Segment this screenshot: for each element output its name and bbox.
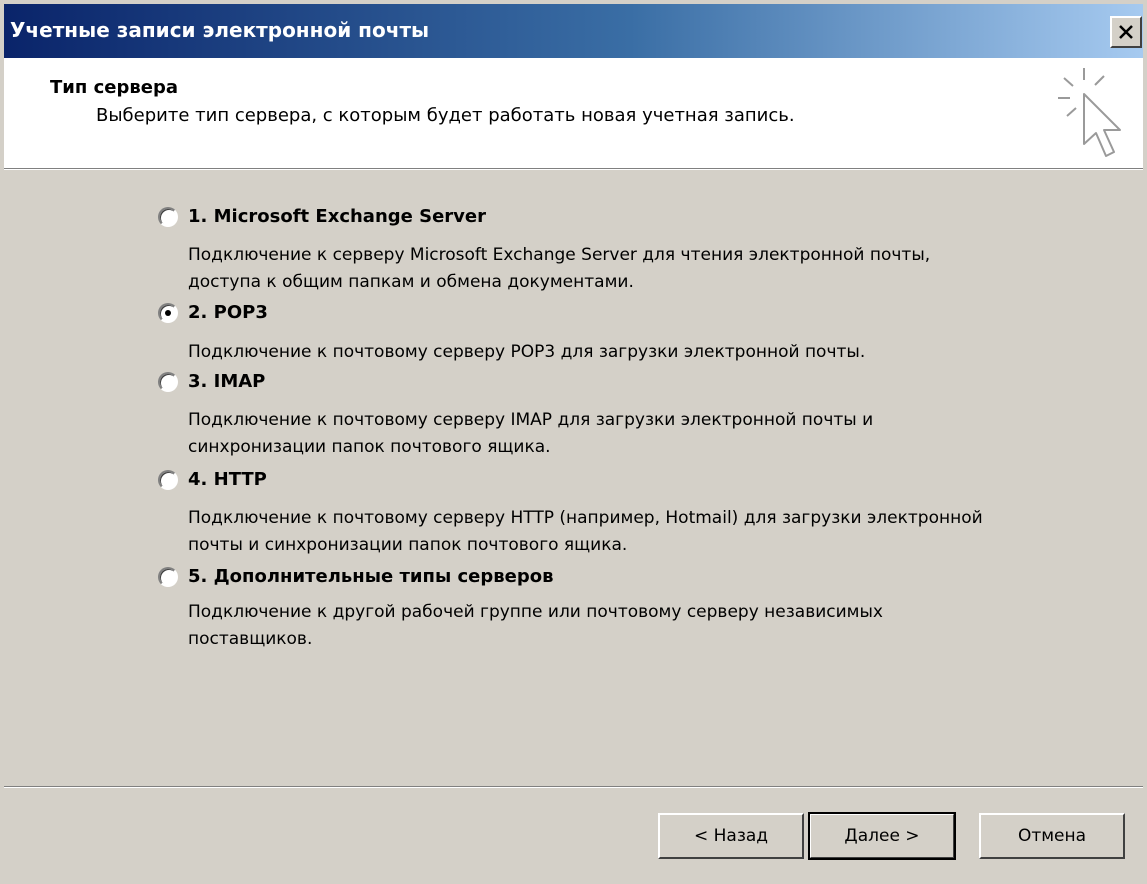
footer-separator-highlight [4, 787, 1143, 788]
email-accounts-dialog: Учетные записи электронной почты Тип сер… [0, 0, 1147, 884]
header-separator-highlight [4, 169, 1143, 170]
option-http[interactable]: 4. HTTP [158, 469, 267, 490]
close-icon [1119, 25, 1133, 39]
page-title: Тип сервера [50, 77, 178, 98]
option-other-servers[interactable]: 5. Дополнительные типы серверов [158, 566, 553, 587]
radio-http[interactable] [158, 469, 178, 490]
option-imap-label: 3. IMAP [188, 371, 266, 392]
close-button[interactable] [1110, 16, 1142, 48]
option-exchange[interactable]: 1. Microsoft Exchange Server [158, 206, 486, 227]
radio-pop3[interactable] [158, 302, 178, 323]
radio-other-servers[interactable] [158, 566, 178, 587]
option-http-label: 4. HTTP [188, 469, 267, 490]
option-http-description: Подключение к почтовому серверу HTTP (на… [188, 508, 983, 555]
window-title: Учетные записи электронной почты [10, 18, 430, 42]
option-other-servers-description: Подключение к другой рабочей группе или … [188, 602, 883, 649]
wizard-cursor-icon [1058, 68, 1121, 157]
option-imap-description: Подключение к почтовому серверу IMAP для… [188, 410, 874, 457]
option-pop3-description: Подключение к почтовому серверу POP3 для… [188, 342, 866, 362]
radio-imap[interactable] [158, 371, 178, 392]
option-pop3-label: 2. POP3 [188, 302, 268, 323]
page-subtitle: Выберите тип сервера, с которым будет ра… [96, 105, 795, 126]
cancel-button[interactable]: Отмена [979, 813, 1125, 859]
radio-exchange[interactable] [158, 206, 178, 227]
next-button[interactable]: Далее > [808, 812, 956, 860]
option-imap[interactable]: 3. IMAP [158, 371, 265, 392]
option-other-servers-label: 5. Дополнительные типы серверов [188, 566, 554, 587]
wizard-header: Тип сервера Выберите тип сервера, с кото… [4, 58, 1143, 168]
option-exchange-description: Подключение к серверу Microsoft Exchange… [188, 245, 931, 292]
back-button[interactable]: < Назад [658, 813, 804, 859]
option-exchange-label: 1. Microsoft Exchange Server [188, 206, 486, 227]
title-bar: Учетные записи электронной почты [4, 4, 1143, 58]
option-pop3[interactable]: 2. POP3 [158, 302, 268, 323]
